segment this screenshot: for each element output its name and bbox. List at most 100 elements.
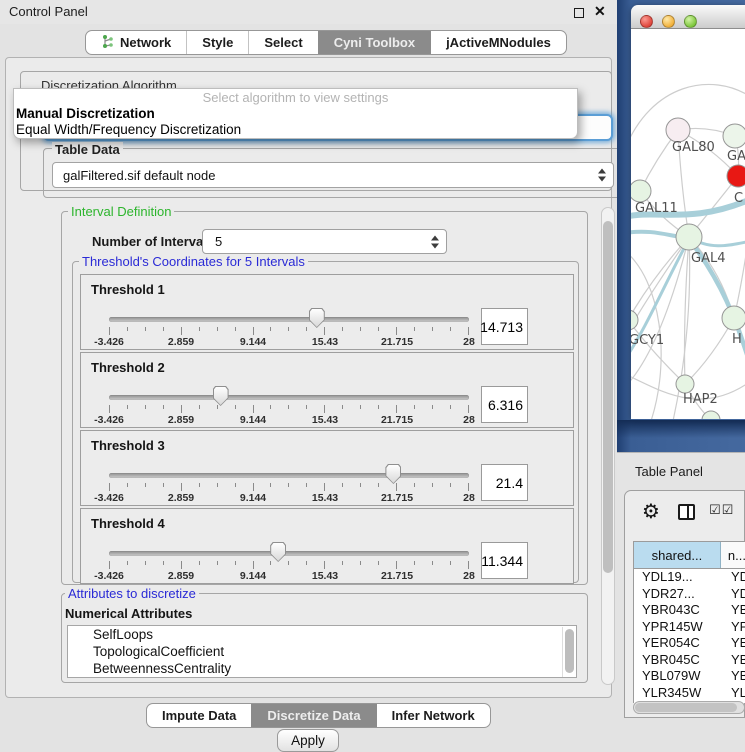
thresholds-group: Threshold's Coordinates for 5 Intervals … [72,261,579,583]
node-label: GA [727,149,745,164]
scale-labels: -3.4262.8599.14415.4321.71528 [109,492,469,504]
network-node[interactable] [631,180,651,202]
list-scrollbar[interactable] [562,627,575,678]
network-canvas[interactable]: GAL80GACGAL11GAL4GCY1HHAP2 [631,29,745,419]
table-cell: YDR27... [634,586,724,603]
threshold-value-box[interactable]: 21.4 [481,464,528,501]
algorithm-option[interactable]: Equal Width/Frequency Discretization [16,122,241,137]
number-of-intervals-spinner[interactable]: 5 [202,229,447,254]
algorithm-option[interactable]: Manual Discretization [16,106,155,121]
traffic-light-zoom-icon[interactable] [684,15,697,28]
tick-mark [127,561,128,565]
tab-cyni-toolbox[interactable]: Cyni Toolbox [318,31,430,54]
tab-label: Impute Data [162,708,236,723]
tab-jactivemnodules[interactable]: jActiveMNodules [430,31,566,54]
threshold-row: Threshold 4 -3.4262.8599.14415.4321.7152… [80,508,574,584]
tick-mark [217,561,218,565]
node-table[interactable]: shared...n... YDL19...YDL1YDR27...YDR2YB… [633,541,745,703]
tick-mark [324,483,325,491]
settings-scrollbar[interactable] [601,207,615,685]
threshold-slider[interactable]: -3.4262.8599.14415.4321.71528 [109,461,469,505]
tab-label: Style [202,35,233,50]
table-row[interactable]: YBL079WYBL0 [634,668,745,685]
attribute-item[interactable]: TopologicalCoefficient [68,643,576,660]
network-window-titlebar [631,5,745,29]
slider-thumb[interactable] [270,542,286,562]
tab-network[interactable]: Network [86,31,186,54]
close-icon[interactable]: ✕ [594,3,606,20]
table-header-cell[interactable]: shared... [634,542,721,568]
slider-thumb[interactable] [309,308,325,328]
threshold-value-box[interactable]: 11.344 [481,542,528,579]
threshold-label: Threshold 2 [91,360,165,375]
table-panel-header: Table Panel [617,452,745,490]
threshold-row: Threshold 1 -3.4262.8599.14415.4321.7152… [80,274,574,350]
table-row[interactable]: YBR043CYBR0 [634,602,745,619]
float-window-icon[interactable] [574,8,584,18]
checkbox-icons[interactable]: ☑☑ [709,503,734,518]
threshold-value-box[interactable]: 14.713 [481,308,528,345]
threshold-slider[interactable]: -3.4262.8599.14415.4321.71528 [109,383,469,427]
tab-infer-network[interactable]: Infer Network [376,704,490,727]
table-hscrollbar-thumb[interactable] [635,703,737,712]
threshold-slider[interactable]: -3.4262.8599.14415.4321.71528 [109,539,469,583]
threshold-row: Threshold 2 -3.4262.8599.14415.4321.7152… [80,352,574,428]
apply-button[interactable]: Apply [277,729,339,752]
attribute-item[interactable]: BetweennessCentrality [68,660,576,677]
table-data-combobox[interactable]: galFiltered.sif default node [52,162,614,188]
network-node[interactable] [676,375,694,393]
slider-track[interactable] [109,551,469,556]
tick-mark [199,327,200,331]
network-node[interactable] [631,310,638,330]
slider-track[interactable] [109,395,469,400]
tick-label: 9.144 [240,414,266,426]
table-row[interactable]: YER054CYER0 [634,635,745,652]
column-view-icon[interactable] [678,504,695,520]
network-node[interactable] [727,165,745,187]
table-row[interactable]: YDL19...YDL1 [634,569,745,586]
tick-label: -3.426 [94,570,124,582]
slider-thumb[interactable] [213,386,229,406]
network-edge [631,237,689,337]
control-panel-content: Discretization Algorithm Table Data galF… [5,57,612,698]
network-node[interactable] [676,224,702,250]
attribute-item[interactable]: SelfLoops [68,626,576,643]
tab-label: Network [120,35,171,50]
table-header-cell[interactable]: n... [721,542,745,568]
slider-track[interactable] [109,473,469,478]
tab-select[interactable]: Select [248,31,317,54]
table-row[interactable]: YBR045CYBR0 [634,652,745,669]
settings-scrollbar-thumb[interactable] [603,221,613,573]
tick-mark [378,405,379,409]
traffic-light-close-icon[interactable] [640,15,653,28]
threshold-value-box[interactable]: 6.316 [481,386,528,423]
table-row[interactable]: YDR27...YDR2 [634,586,745,603]
gear-icon[interactable]: ⚙ [642,499,660,523]
tick-mark [468,405,469,413]
spinner-arrows-icon[interactable] [431,235,439,248]
list-scrollbar-thumb[interactable] [565,629,574,673]
scale-labels: -3.4262.8599.14415.4321.71528 [109,414,469,426]
network-node[interactable] [702,411,720,419]
slider-track[interactable] [109,317,469,322]
tab-discretize-data[interactable]: Discretize Data [251,704,375,727]
table-row[interactable]: YPR145WYPR1 [634,619,745,636]
network-node[interactable] [722,306,745,330]
threshold-slider[interactable]: -3.4262.8599.14415.4321.71528 [109,305,469,349]
network-node[interactable] [723,124,745,148]
attributes-list[interactable]: SelfLoopsTopologicalCoefficientBetweenne… [67,625,577,678]
slider-thumb[interactable] [385,464,401,484]
tick-label: 2.859 [168,570,194,582]
tab-style[interactable]: Style [186,31,248,54]
traffic-light-minimize-icon[interactable] [662,15,675,28]
tick-mark [360,561,361,565]
tab-impute-data[interactable]: Impute Data [147,704,251,727]
attributes-list-items: SelfLoopsTopologicalCoefficientBetweenne… [68,626,576,677]
table-header-row: shared...n... [634,542,745,569]
tick-mark [450,483,451,487]
table-cell: YDL19... [634,569,724,586]
network-node[interactable] [666,118,690,142]
network-edge [631,320,685,384]
table-hscrollbar[interactable] [633,701,745,714]
table-row[interactable]: YLR345WYLR3 [634,685,745,702]
